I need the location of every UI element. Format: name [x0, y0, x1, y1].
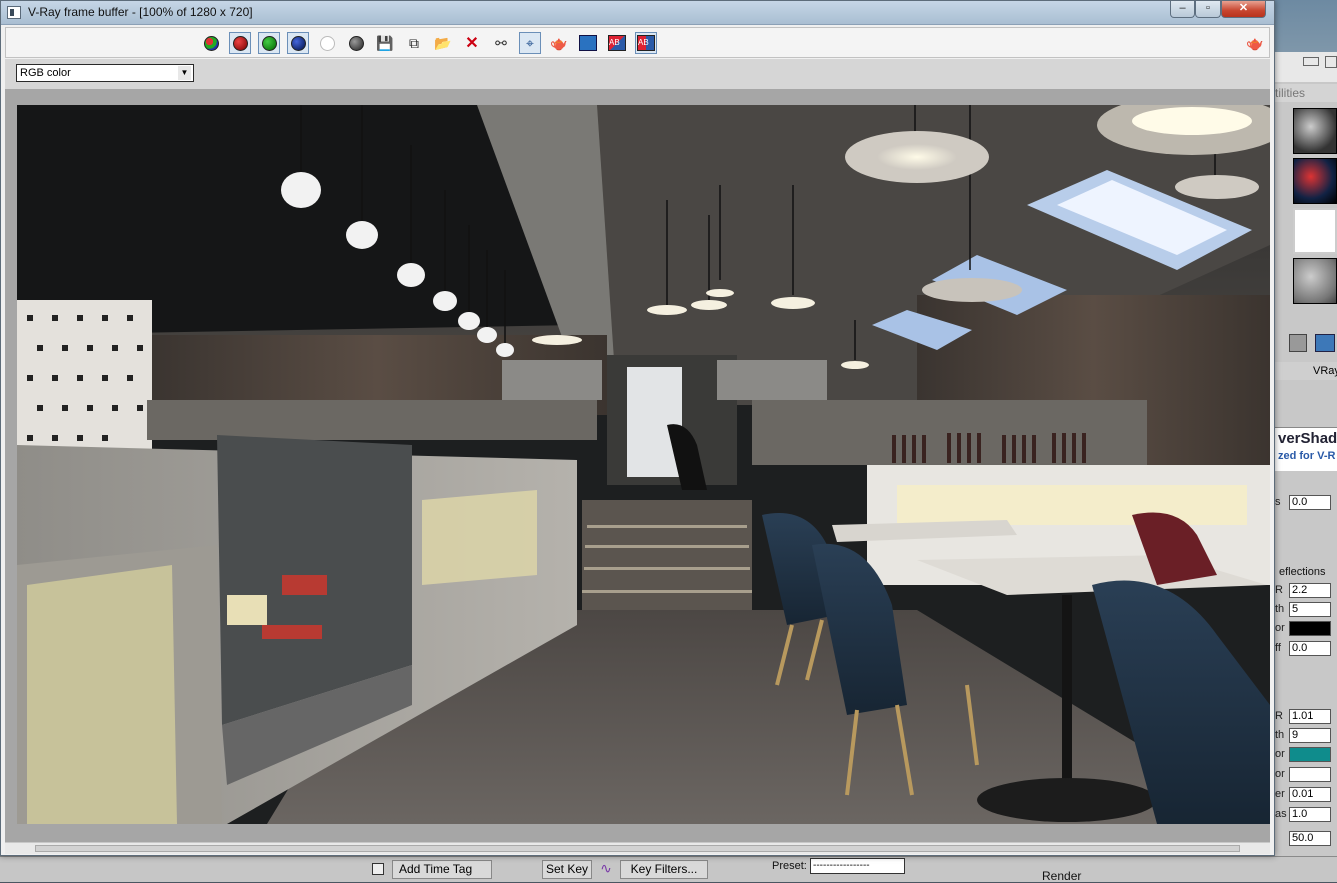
close-button[interactable]: ✕: [1221, 1, 1266, 18]
add-time-tag-button[interactable]: Add Time Tag: [392, 860, 492, 879]
save-icon: 💾: [376, 34, 394, 51]
param-spinner[interactable]: 50.0: [1289, 831, 1331, 846]
duplicate-to-max-fb-button[interactable]: ⚯: [490, 32, 512, 54]
blue-channel-icon: [290, 35, 306, 51]
vray-material-type[interactable]: VRay: [1275, 362, 1337, 380]
channel-dropdown[interactable]: RGB color ▼: [16, 64, 194, 82]
save-all-channels-button[interactable]: ⧉: [403, 32, 425, 54]
alpha-channel-icon: [319, 35, 335, 51]
reflections-label: eflections: [1279, 566, 1326, 578]
curve-editor-icon[interactable]: ∿: [596, 860, 616, 879]
param-spinner[interactable]: 9: [1289, 728, 1331, 743]
link-icon: ⚯: [495, 34, 507, 51]
clear-image-button[interactable]: ✕: [461, 32, 483, 54]
green-channel-button[interactable]: [258, 32, 280, 54]
ab-horizontal-icon: AB: [637, 35, 655, 51]
time-tag-icon: [372, 863, 384, 875]
material-slot-1[interactable]: [1293, 108, 1337, 154]
color-swatch[interactable]: [1289, 747, 1331, 762]
param-spinner[interactable]: 0.0: [1289, 495, 1331, 510]
red-channel-button[interactable]: [229, 32, 251, 54]
param-label: as: [1275, 808, 1287, 820]
channel-dropdown-value: RGB color: [20, 67, 71, 79]
scrollbar-thumb[interactable]: [35, 845, 1240, 852]
region-render-button[interactable]: [577, 32, 599, 54]
render-button[interactable]: Render: [1042, 869, 1081, 883]
param-spinner[interactable]: 1.0: [1289, 807, 1331, 822]
green-channel-icon: [261, 35, 277, 51]
alpha-channel-button[interactable]: [316, 32, 338, 54]
param-label: er: [1275, 788, 1285, 800]
blue-channel-button[interactable]: [287, 32, 309, 54]
param-label: th: [1275, 603, 1285, 615]
track-mouse-button[interactable]: ⌖: [519, 32, 541, 54]
material-slot-3[interactable]: [1293, 208, 1337, 254]
teapot-icon: 🫖: [550, 34, 568, 51]
maximize-button[interactable]: ▫: [1195, 1, 1221, 18]
material-editor-panel: tilities VRay verShad zed for V-R eflect…: [1274, 52, 1337, 882]
restaurant-interior-render: [17, 105, 1270, 824]
banner-subtitle: zed for V-R: [1278, 450, 1336, 462]
restore-panel-button[interactable]: [1325, 56, 1337, 68]
rendered-image[interactable]: [17, 105, 1270, 824]
region-icon: [579, 35, 597, 51]
param-spinner[interactable]: 1.01: [1289, 709, 1331, 724]
param-spinner[interactable]: 2.2: [1289, 583, 1331, 598]
panel-header: [1275, 52, 1337, 82]
compare-ab-button[interactable]: AB: [606, 32, 628, 54]
window-icon: [7, 6, 21, 19]
chevron-down-icon: ▼: [178, 66, 191, 80]
save-multiple-icon: ⧉: [409, 34, 419, 51]
param-label: s: [1275, 496, 1281, 508]
param-spinner[interactable]: 5: [1289, 602, 1331, 617]
vray-frame-buffer-window: V-Ray frame buffer - [100% of 1280 x 720…: [0, 0, 1275, 856]
render-teapot-button[interactable]: 🫖: [1244, 32, 1266, 54]
clear-x-icon: ✕: [465, 35, 479, 52]
window-title: V-Ray frame buffer - [100% of 1280 x 720…: [28, 5, 253, 19]
color-swatch[interactable]: [1289, 767, 1331, 782]
utilities-tab[interactable]: tilities: [1275, 84, 1337, 102]
title-bar[interactable]: V-Ray frame buffer - [100% of 1280 x 720…: [1, 1, 1274, 25]
mono-channel-icon: [348, 35, 364, 51]
material-slot-4[interactable]: [1293, 258, 1337, 304]
set-key-button[interactable]: Set Key: [542, 860, 592, 879]
param-label: or: [1275, 748, 1285, 760]
render-viewport[interactable]: [5, 89, 1270, 847]
param-spinner[interactable]: 0.0: [1289, 641, 1331, 656]
param-label: th: [1275, 729, 1285, 741]
load-image-button[interactable]: 📂: [432, 32, 454, 54]
material-slot-2[interactable]: [1293, 158, 1337, 204]
param-label: ff: [1275, 642, 1281, 654]
param-label: R: [1275, 584, 1283, 596]
bottom-timeline-bar: Add Time Tag Set Key ∿ Key Filters... Pr…: [0, 856, 1337, 883]
checker-background-icon[interactable]: [1289, 334, 1307, 352]
color-swatch[interactable]: [1289, 621, 1331, 636]
vray-shader-banner: verShad zed for V-R: [1275, 427, 1337, 471]
render-last-button[interactable]: 🫖: [548, 32, 570, 54]
ab-compare-icon: AB: [608, 35, 626, 51]
show-map-icon[interactable]: [1315, 334, 1335, 352]
mono-channel-button[interactable]: [345, 32, 367, 54]
preset-label: Preset:: [772, 860, 807, 872]
preset-dropdown[interactable]: -----------------: [810, 858, 905, 874]
vfb-toolbar: 💾 ⧉ 📂 ✕ ⚯ ⌖ 🫖 AB AB 🫖: [5, 27, 1270, 58]
key-filters-button[interactable]: Key Filters...: [620, 860, 708, 879]
param-spinner[interactable]: 0.01: [1289, 787, 1331, 802]
teapot-icon: 🫖: [1246, 34, 1264, 51]
rgb-channel-button[interactable]: [200, 32, 222, 54]
minimize-button[interactable]: ‒: [1170, 1, 1195, 18]
minimize-panel-button[interactable]: [1303, 57, 1319, 66]
compare-ab-horizontal-button[interactable]: AB: [635, 32, 657, 54]
rgb-channel-icon: [203, 35, 219, 51]
param-label: or: [1275, 622, 1285, 634]
red-channel-icon: [232, 35, 248, 51]
crosshair-icon: ⌖: [526, 34, 534, 51]
horizontal-scrollbar[interactable]: [5, 842, 1270, 854]
param-label: or: [1275, 768, 1285, 780]
banner-title: verShad: [1278, 430, 1337, 447]
param-label: R: [1275, 710, 1283, 722]
folder-icon: 📂: [434, 34, 452, 51]
save-image-button[interactable]: 💾: [374, 32, 396, 54]
channel-control-row: RGB color ▼: [5, 59, 1270, 89]
